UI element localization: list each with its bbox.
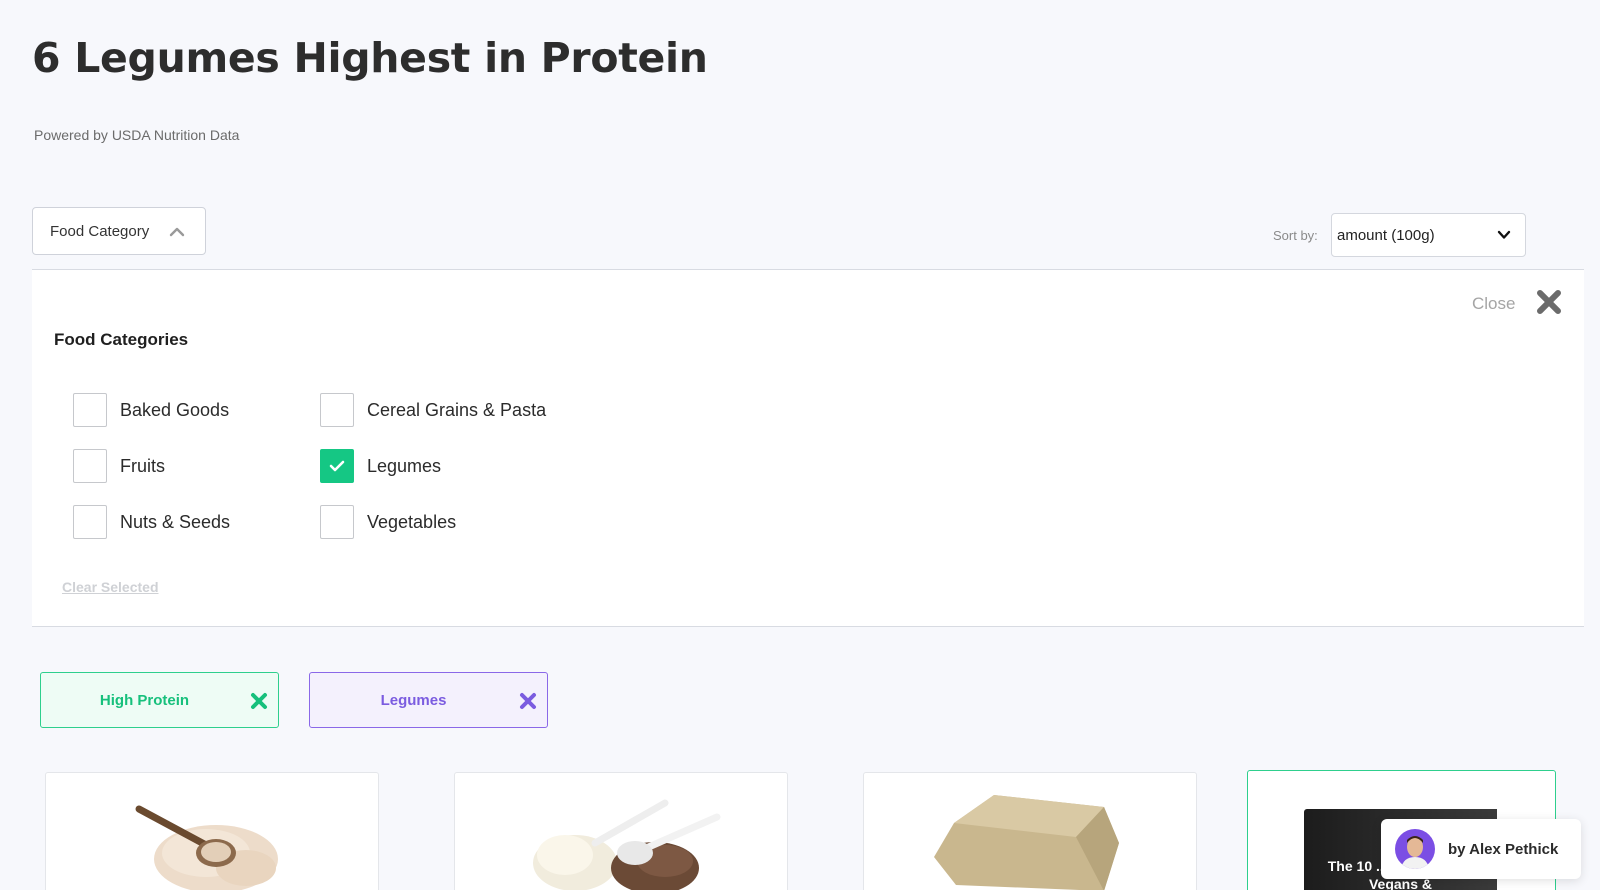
category-checkbox-nuts-seeds[interactable]: Nuts & Seeds: [73, 505, 230, 539]
page-title: 6 Legumes Highest in Protein: [32, 34, 708, 82]
category-label: Nuts & Seeds: [120, 511, 231, 532]
checkbox[interactable]: [73, 505, 107, 539]
remove-icon[interactable]: [519, 692, 537, 710]
page: 6 Legumes Highest in Protein Powered by …: [0, 0, 1600, 890]
close-icon[interactable]: [1535, 288, 1563, 316]
author-name: by Alex Pethick: [1448, 840, 1559, 858]
category-checkbox-cereal-grains-pasta[interactable]: Cereal Grains & Pasta: [320, 393, 546, 427]
food-category-dropdown-label: Food Category: [50, 222, 150, 240]
category-label: Vegetables: [367, 511, 457, 532]
checkbox[interactable]: [73, 449, 107, 483]
chevron-down-icon: [1497, 230, 1511, 239]
food-category-dropdown[interactable]: Food Category: [32, 207, 206, 255]
category-label: Fruits: [120, 455, 165, 476]
category-checkbox-baked-goods[interactable]: Baked Goods: [73, 393, 229, 427]
remove-icon[interactable]: [250, 692, 268, 710]
food-card[interactable]: [45, 772, 379, 890]
checkbox[interactable]: [320, 393, 354, 427]
powered-by-text: Powered by USDA Nutrition Data: [34, 127, 240, 143]
checkmark-icon: [329, 460, 345, 472]
category-label: Baked Goods: [120, 399, 230, 420]
food-card[interactable]: [454, 772, 788, 890]
category-label: Legumes: [367, 455, 442, 476]
sort-by-label: Sort by:: [1273, 228, 1318, 243]
chevron-up-icon: [169, 227, 185, 237]
person-avatar-icon: [1401, 836, 1429, 869]
sort-select[interactable]: amount (100g): [1331, 213, 1526, 257]
food-categories-panel: Close Food Categories Baked Goods Cereal…: [32, 269, 1584, 627]
food-categories-heading: Food Categories: [54, 330, 189, 349]
checkbox-checked[interactable]: [320, 449, 354, 483]
avatar: [1395, 829, 1435, 869]
checkbox[interactable]: [73, 393, 107, 427]
author-badge[interactable]: by Alex Pethick: [1381, 819, 1581, 879]
chip-label: Legumes: [380, 691, 447, 709]
category-checkbox-fruits[interactable]: Fruits: [73, 449, 165, 483]
chip-label: High Protein: [99, 691, 190, 709]
clear-selected-link[interactable]: Clear Selected: [62, 579, 159, 595]
food-card[interactable]: [863, 772, 1197, 890]
category-checkbox-legumes[interactable]: Legumes: [320, 449, 441, 483]
filter-chip-high-protein[interactable]: High Protein: [40, 672, 279, 728]
protein-powder-image: [135, 805, 278, 890]
checkbox[interactable]: [320, 505, 354, 539]
category-checkbox-vegetables[interactable]: Vegetables: [320, 505, 456, 539]
filter-chip-legumes[interactable]: Legumes: [309, 672, 548, 728]
protein-powders-image: [533, 799, 721, 890]
sort-select-value: amount (100g): [1337, 226, 1435, 244]
close-label[interactable]: Close: [1472, 294, 1515, 314]
tofu-block-image: [934, 795, 1119, 890]
category-label: Cereal Grains & Pasta: [367, 399, 547, 420]
